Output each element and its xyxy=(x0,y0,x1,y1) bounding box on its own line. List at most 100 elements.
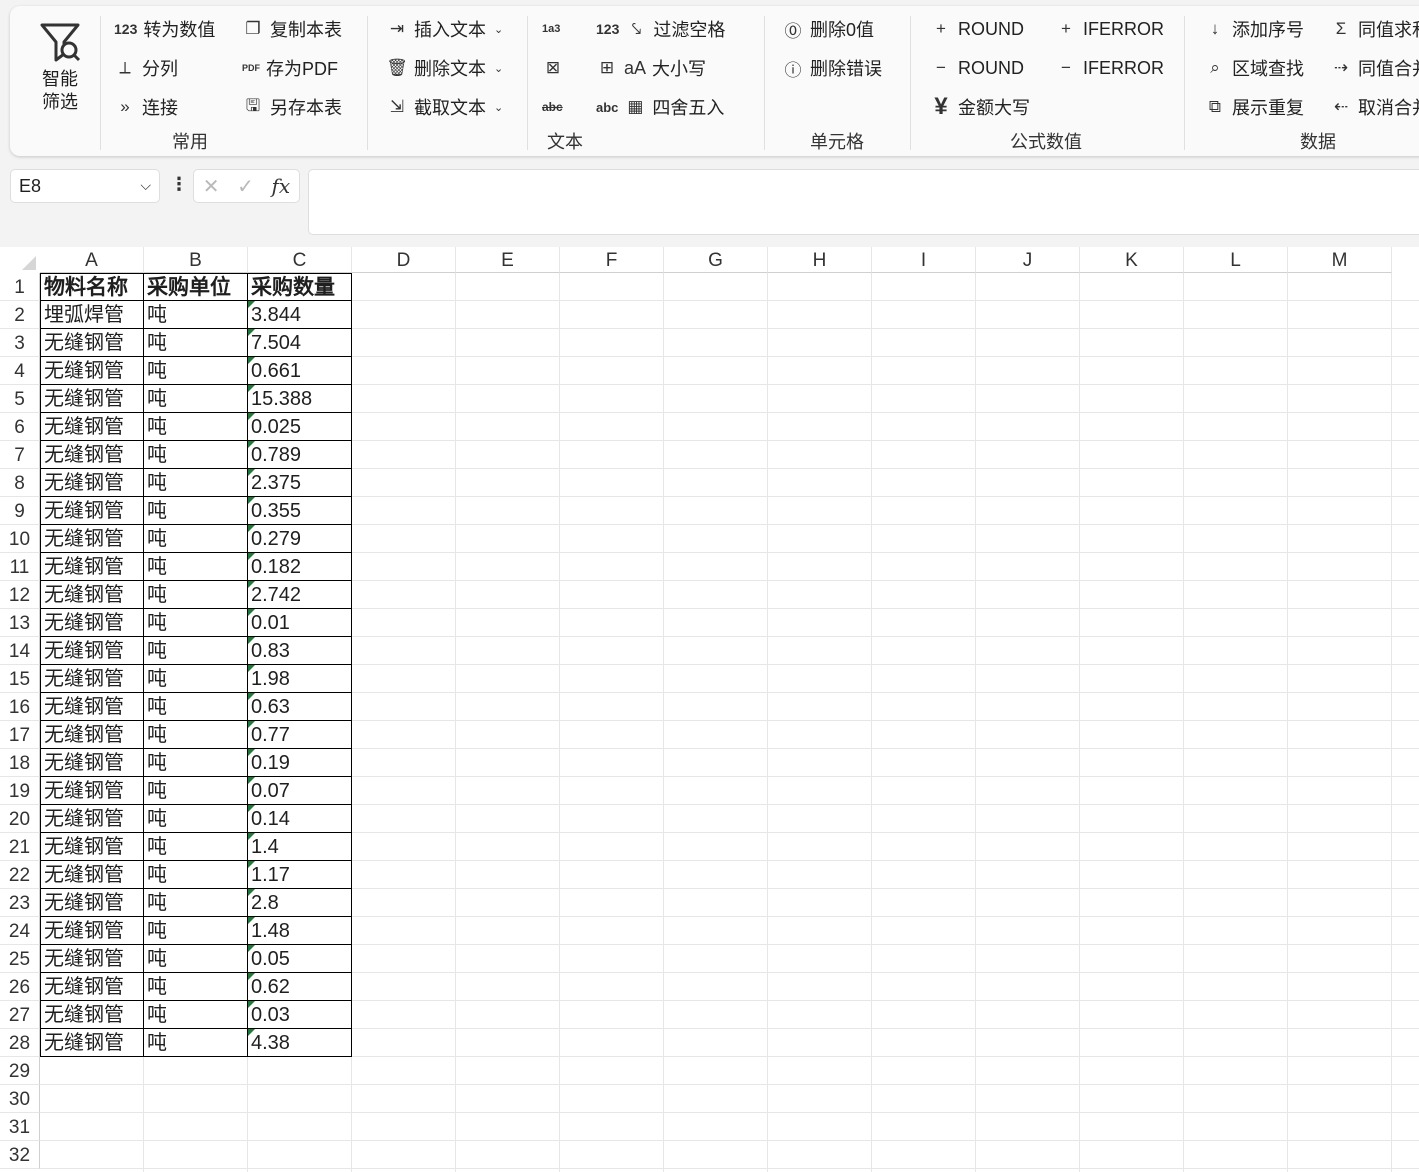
table-cell[interactable]: 2.375 xyxy=(248,469,352,497)
save-sheet-as-button[interactable]: 🖫 另存本表 xyxy=(242,94,342,120)
table-cell[interactable]: 0.77 xyxy=(248,721,352,749)
merge-same-values-button[interactable]: ⇢ 同值合并 xyxy=(1330,55,1419,81)
table-cell[interactable]: 吨 xyxy=(144,637,248,665)
table-cell[interactable]: 吨 xyxy=(144,777,248,805)
table-cell[interactable]: 无缝钢管 xyxy=(40,1001,144,1029)
table-cell[interactable]: 0.63 xyxy=(248,693,352,721)
amount-uppercase-button[interactable]: ¥ 金额大写 xyxy=(930,93,1030,120)
table-cell[interactable]: 吨 xyxy=(144,581,248,609)
table-cell[interactable]: 吨 xyxy=(144,749,248,777)
column-header[interactable]: D xyxy=(352,247,456,273)
table-cell[interactable]: 吨 xyxy=(144,385,248,413)
table-cell[interactable]: 吨 xyxy=(144,441,248,469)
table-cell[interactable]: 3.844 xyxy=(248,301,352,329)
table-cell[interactable]: 吨 xyxy=(144,917,248,945)
table-cell[interactable]: 吨 xyxy=(144,973,248,1001)
column-header[interactable]: L xyxy=(1184,247,1288,273)
table-cell[interactable]: 4.38 xyxy=(248,1029,352,1057)
table-cell[interactable]: 无缝钢管 xyxy=(40,721,144,749)
row-header[interactable]: 16 xyxy=(0,693,40,721)
remove-digits-button[interactable]: 1a3 xyxy=(542,16,560,42)
table-cell[interactable]: 无缝钢管 xyxy=(40,973,144,1001)
table-cell[interactable]: 1.98 xyxy=(248,665,352,693)
table-cell[interactable]: 吨 xyxy=(144,1001,248,1029)
table-cell[interactable]: 吨 xyxy=(144,1029,248,1057)
row-header[interactable]: 11 xyxy=(0,553,40,581)
table-cell[interactable]: 0.19 xyxy=(248,749,352,777)
insert-text-button[interactable]: ⇥ 插入文本 ⌄ xyxy=(386,16,503,42)
row-header[interactable]: 12 xyxy=(0,581,40,609)
smart-filter-button[interactable]: 智能 筛选 xyxy=(36,20,84,120)
table-cell[interactable]: 吨 xyxy=(144,889,248,917)
row-header[interactable]: 15 xyxy=(0,665,40,693)
table-cell[interactable]: 吨 xyxy=(144,553,248,581)
more-options-icon[interactable]: ⋮ xyxy=(170,174,188,195)
round-button[interactable]: abc ▦ 四舍五入 xyxy=(596,94,724,120)
row-header[interactable]: 19 xyxy=(0,777,40,805)
table-cell[interactable]: 无缝钢管 xyxy=(40,413,144,441)
table-cell[interactable]: 1.48 xyxy=(248,917,352,945)
name-box[interactable]: E8 ⌵ xyxy=(10,169,160,203)
table-cell[interactable]: 吨 xyxy=(144,413,248,441)
save-as-pdf-button[interactable]: PDF 存为PDF xyxy=(242,55,338,81)
table-cell[interactable]: 无缝钢管 xyxy=(40,329,144,357)
column-header[interactable]: G xyxy=(664,247,768,273)
header-cell[interactable]: 采购单位 xyxy=(144,273,248,301)
row-header[interactable]: 14 xyxy=(0,637,40,665)
table-cell[interactable]: 无缝钢管 xyxy=(40,833,144,861)
column-header[interactable]: B xyxy=(144,247,248,273)
add-round-button[interactable]: + ROUND xyxy=(930,16,1024,42)
table-cell[interactable]: 吨 xyxy=(144,469,248,497)
table-cell[interactable]: 无缝钢管 xyxy=(40,637,144,665)
remove-iferror-button[interactable]: − IFERROR xyxy=(1055,55,1164,81)
table-cell[interactable]: 吨 xyxy=(144,329,248,357)
column-header[interactable]: A xyxy=(40,247,144,273)
table-cell[interactable]: 吨 xyxy=(144,805,248,833)
row-header[interactable]: 32 xyxy=(0,1141,40,1169)
table-cell[interactable]: 无缝钢管 xyxy=(40,777,144,805)
confirm-check-icon[interactable]: ✓ xyxy=(237,174,254,199)
row-header[interactable]: 13 xyxy=(0,609,40,637)
column-header[interactable]: K xyxy=(1080,247,1184,273)
sum-same-values-button[interactable]: Σ 同值求和 xyxy=(1330,16,1419,42)
remove-letters-button[interactable]: abc xyxy=(542,94,563,120)
change-case-button[interactable]: ⊞ aA 大小写 xyxy=(596,55,706,81)
table-cell[interactable]: 0.03 xyxy=(248,1001,352,1029)
spreadsheet-grid[interactable]: A B C D E F G H I J K L M 1 2 3 4 5 6 7 8 9 10 11 12 13 14 15 16 17 18… xyxy=(0,247,1419,1172)
row-header[interactable]: 10 xyxy=(0,525,40,553)
convert-to-number-button[interactable]: 123 转为数值 xyxy=(114,16,215,42)
table-cell[interactable]: 无缝钢管 xyxy=(40,917,144,945)
table-cell[interactable]: 吨 xyxy=(144,301,248,329)
join-button[interactable]: » 连接 xyxy=(114,94,178,120)
table-cell[interactable]: 无缝钢管 xyxy=(40,497,144,525)
extract-text-button[interactable]: ⇲ 截取文本 ⌄ xyxy=(386,94,503,120)
row-header[interactable]: 9 xyxy=(0,497,40,525)
table-cell[interactable]: 15.388 xyxy=(248,385,352,413)
table-cell[interactable]: 无缝钢管 xyxy=(40,805,144,833)
row-header[interactable]: 21 xyxy=(0,833,40,861)
table-cell[interactable]: 0.62 xyxy=(248,973,352,1001)
row-header[interactable]: 6 xyxy=(0,413,40,441)
range-lookup-button[interactable]: ⌕ 区域查找 xyxy=(1204,55,1304,81)
table-cell[interactable]: 无缝钢管 xyxy=(40,385,144,413)
table-cell[interactable]: 无缝钢管 xyxy=(40,525,144,553)
table-cell[interactable]: 0.05 xyxy=(248,945,352,973)
table-cell[interactable]: 0.14 xyxy=(248,805,352,833)
row-header[interactable]: 25 xyxy=(0,945,40,973)
row-header[interactable]: 28 xyxy=(0,1029,40,1057)
column-header[interactable]: F xyxy=(560,247,664,273)
table-cell[interactable]: 0.07 xyxy=(248,777,352,805)
header-cell[interactable]: 采购数量 xyxy=(248,273,352,301)
column-header[interactable]: E xyxy=(456,247,560,273)
column-header[interactable]: C xyxy=(248,247,352,273)
row-header[interactable]: 4 xyxy=(0,357,40,385)
delete-zero-button[interactable]: ⓪ 删除0值 xyxy=(782,16,875,42)
table-cell[interactable]: 无缝钢管 xyxy=(40,861,144,889)
table-cell[interactable]: 无缝钢管 xyxy=(40,749,144,777)
row-header[interactable]: 18 xyxy=(0,749,40,777)
delete-text-button[interactable]: 🗑 删除文本 ⌄ xyxy=(386,55,503,81)
table-cell[interactable]: 吨 xyxy=(144,357,248,385)
column-header[interactable]: H xyxy=(768,247,872,273)
row-header[interactable]: 27 xyxy=(0,1001,40,1029)
remove-round-button[interactable]: − ROUND xyxy=(930,55,1024,81)
